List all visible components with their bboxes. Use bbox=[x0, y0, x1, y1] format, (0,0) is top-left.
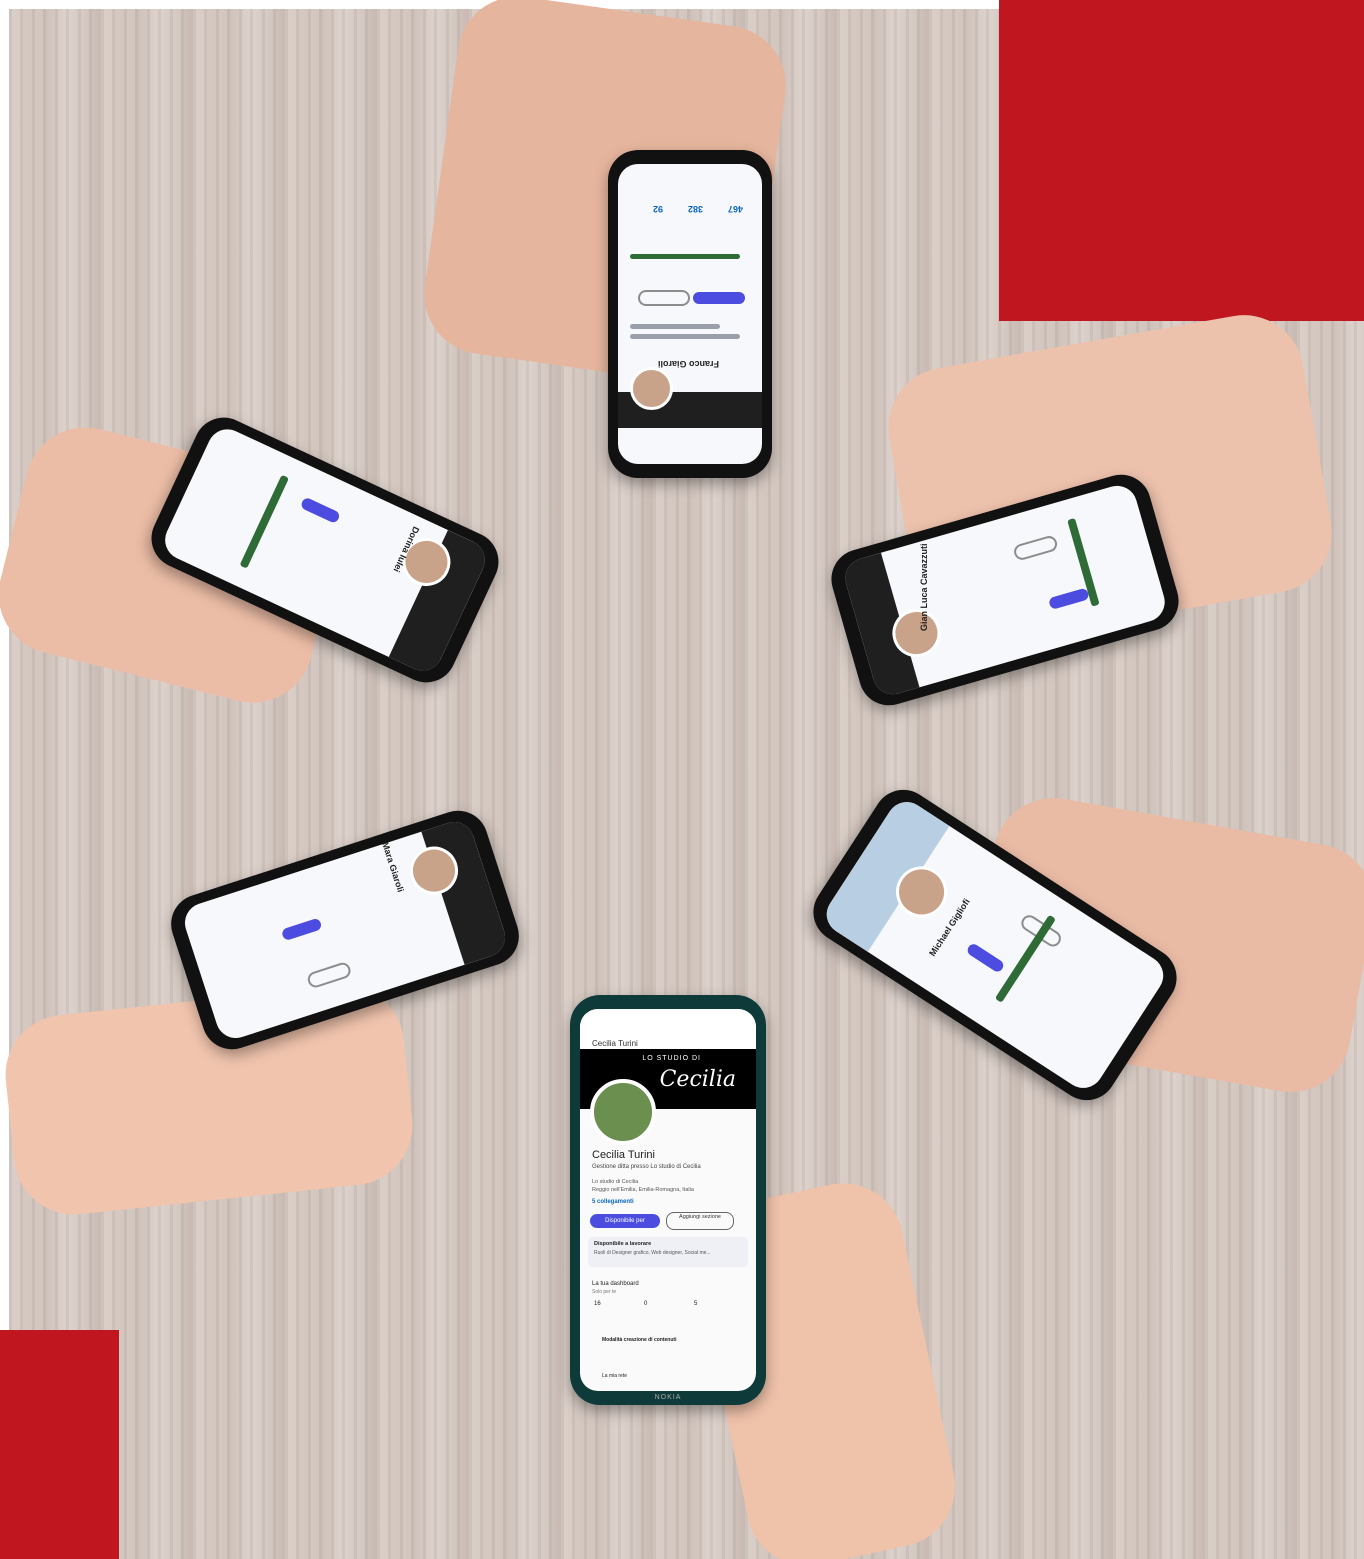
profile-name: Cecilia Turini bbox=[592, 1149, 655, 1161]
phone-top: Franco Giaroli 467 382 92 bbox=[608, 150, 772, 478]
stat-value: 467 bbox=[728, 204, 744, 214]
stat-value: 92 bbox=[653, 204, 664, 214]
open-to-button[interactable]: Disponibile per bbox=[590, 1214, 660, 1228]
profile-headline: Gestione ditta presso Lo studio di Cecil… bbox=[592, 1164, 701, 1170]
red-accent-block-bottom-left bbox=[0, 1330, 119, 1559]
dashboard-title: La tua dashboard bbox=[592, 1281, 639, 1287]
profile-location: Reggio nell'Emilia, Emilia-Romagna, Ital… bbox=[592, 1187, 694, 1193]
logo: Cecilia bbox=[659, 1067, 736, 1092]
search-input[interactable]: Cecilia Turini bbox=[592, 1039, 638, 1048]
stat-value[interactable]: 5 bbox=[694, 1301, 697, 1307]
red-accent-block-top-right bbox=[999, 0, 1364, 321]
profile-name: Mara Giaroli bbox=[380, 840, 406, 894]
photo: Franco Giaroli 467 382 92 Gian Luca Cava… bbox=[0, 0, 1364, 1559]
card-title: Disponibile a lavorare bbox=[594, 1241, 652, 1247]
logo-subtitle: LO STUDIO DI bbox=[642, 1055, 701, 1062]
add-section-button[interactable]: Aggiungi sezione bbox=[666, 1212, 734, 1230]
profile-company: Lo studio di Cecilia bbox=[592, 1179, 639, 1185]
connections-link[interactable]: 5 collegamenti bbox=[592, 1199, 634, 1205]
my-network-label[interactable]: La mia rete bbox=[602, 1373, 627, 1379]
stat-value[interactable]: 16 bbox=[594, 1301, 601, 1307]
stat-value: 382 bbox=[688, 204, 704, 214]
profile-name: Franco Giaroli bbox=[658, 359, 720, 369]
phone-screen: Cecilia Turini LO STUDIO DI Cecilia Ceci… bbox=[580, 1009, 756, 1391]
open-to-work-card[interactable]: Disponibile a lavorare Ruoli di Designer… bbox=[588, 1237, 748, 1267]
stat-value[interactable]: 0 bbox=[644, 1301, 647, 1307]
profile-name: Gian Luca Cavazzuti bbox=[918, 543, 929, 632]
creator-mode-label[interactable]: Modalità creazione di contenuti bbox=[602, 1337, 676, 1343]
dashboard-subtitle: Solo per te bbox=[592, 1289, 617, 1295]
card-body: Ruoli di Designer grafico, Web designer,… bbox=[594, 1250, 711, 1256]
phone-bottom: Cecilia Turini LO STUDIO DI Cecilia Ceci… bbox=[570, 995, 766, 1405]
avatar[interactable] bbox=[590, 1079, 656, 1145]
phone-brand: NOKIA bbox=[654, 1394, 682, 1401]
phone-screen: Franco Giaroli 467 382 92 bbox=[618, 164, 762, 464]
